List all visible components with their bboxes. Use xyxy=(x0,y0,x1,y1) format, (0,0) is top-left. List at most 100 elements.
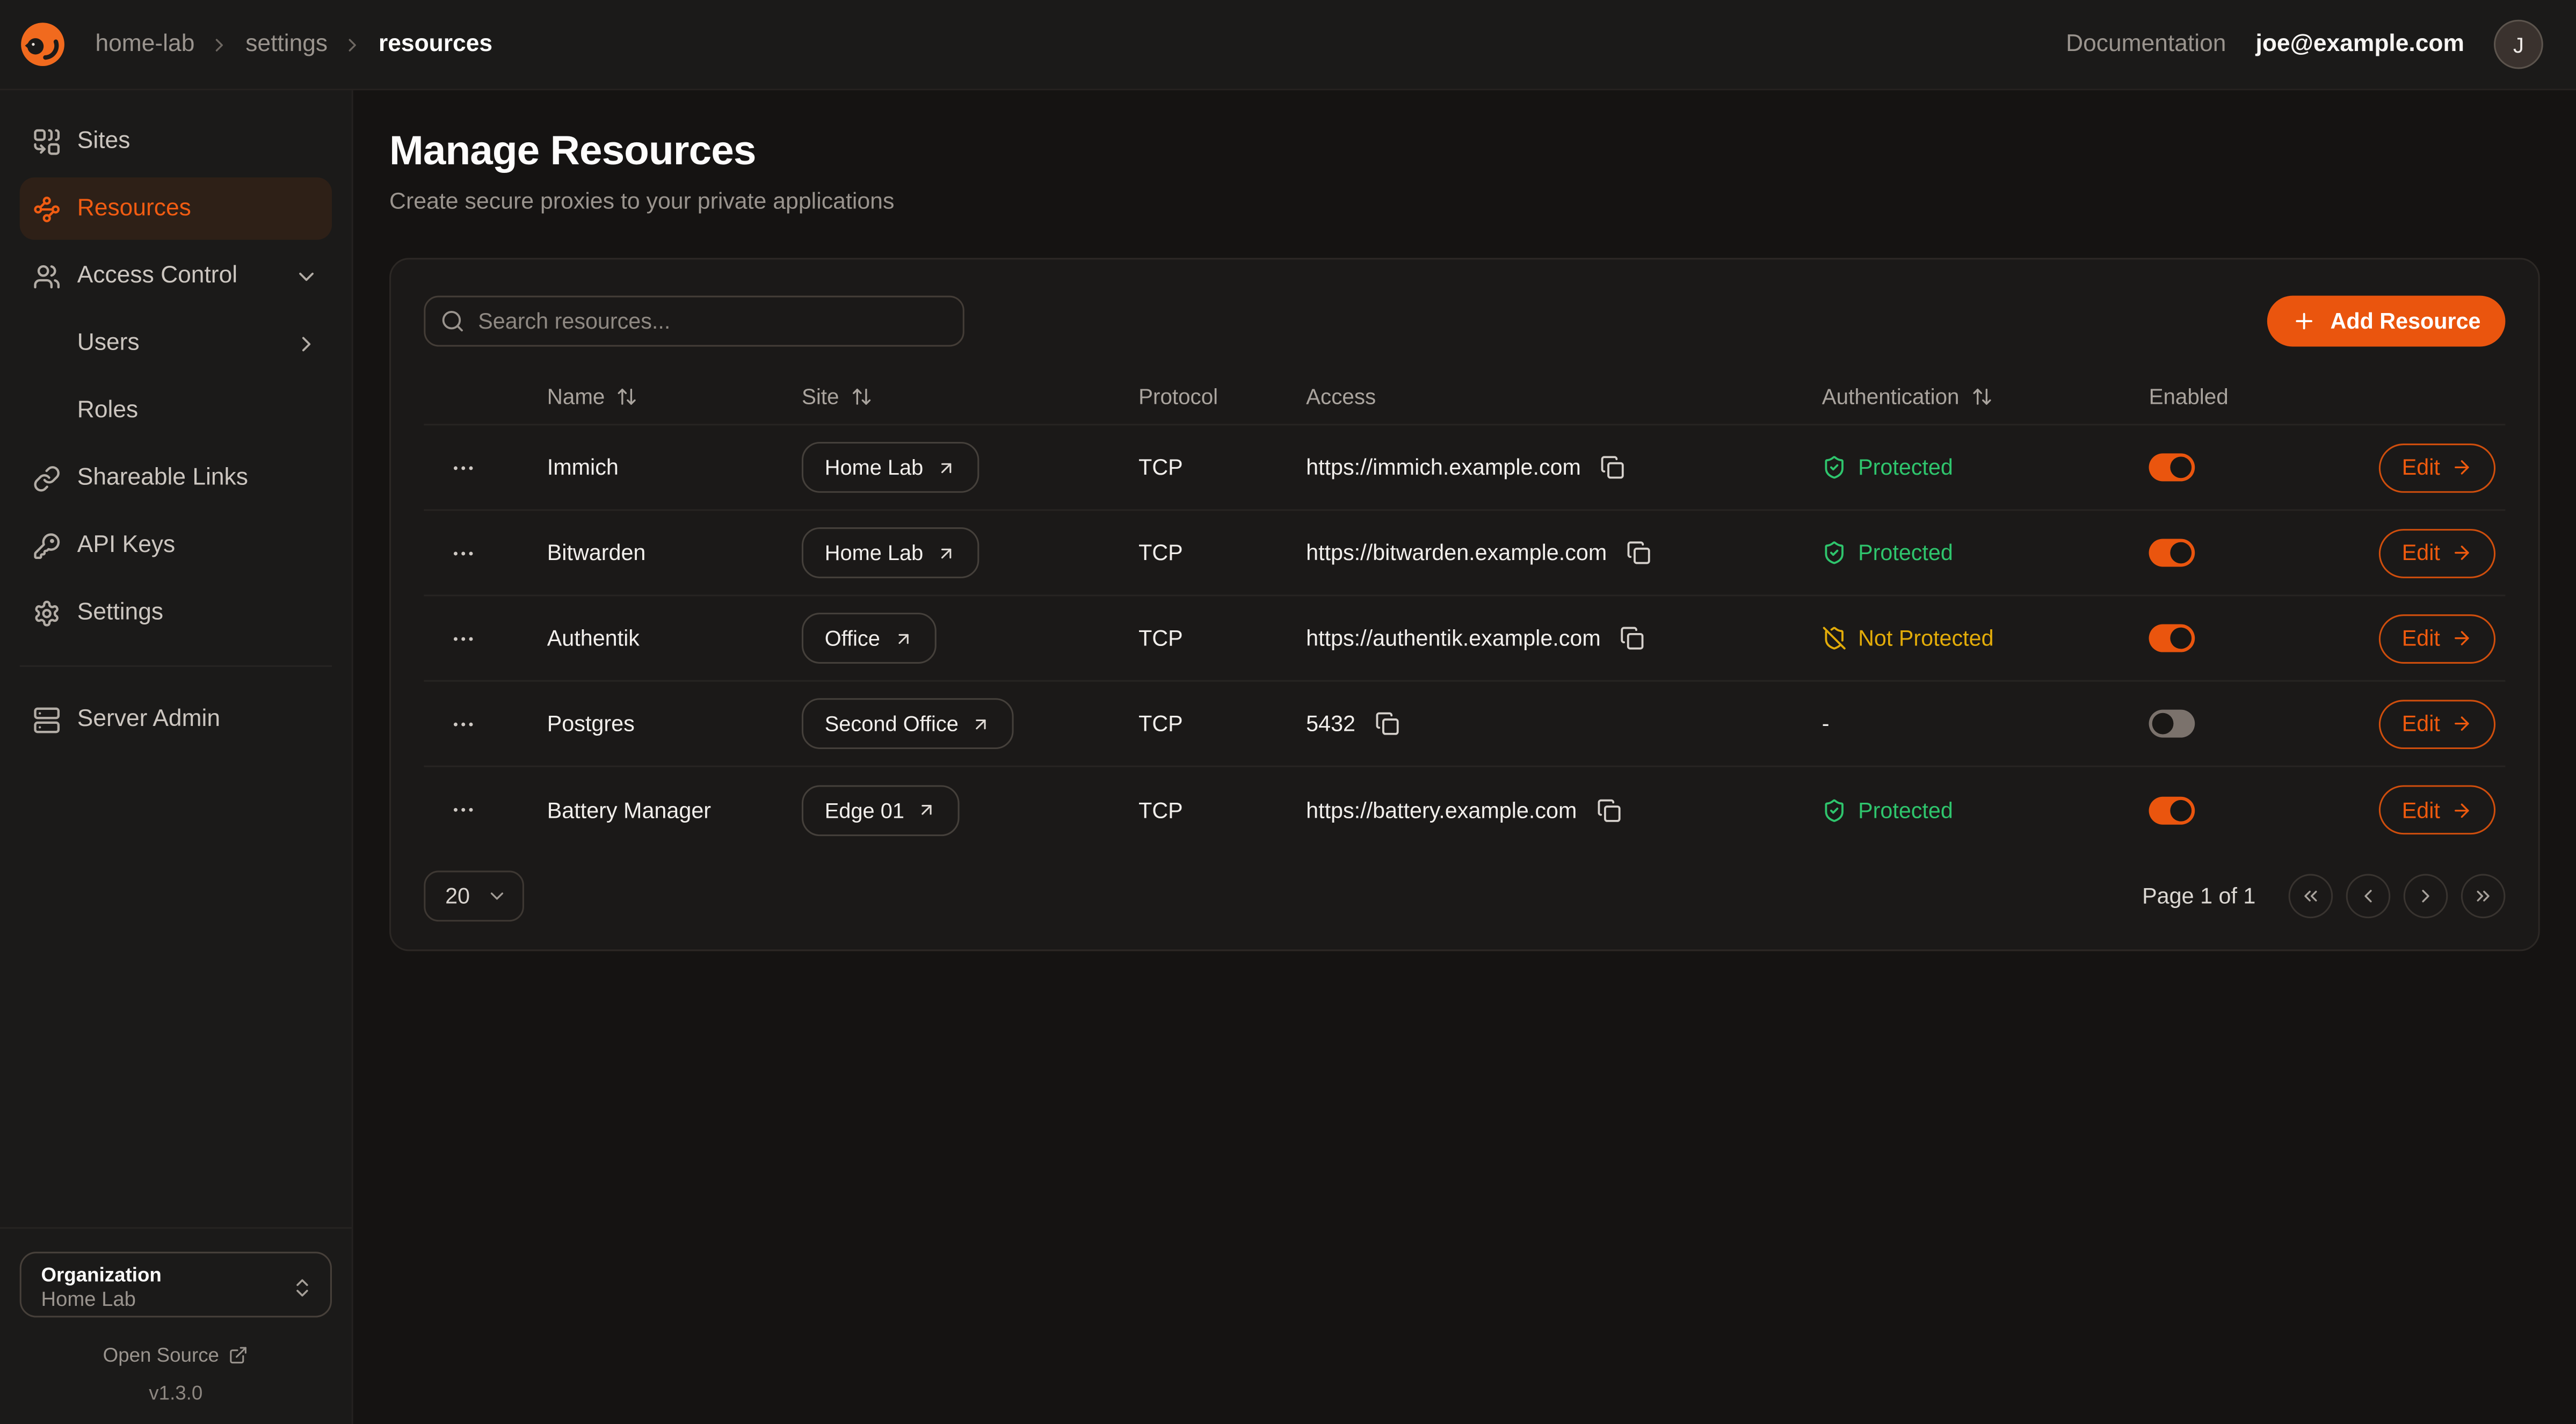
page-subtitle: Create secure proxies to your private ap… xyxy=(389,187,2540,214)
resource-name: Immich xyxy=(547,455,802,479)
site-link[interactable]: Home Lab xyxy=(802,527,979,578)
add-resource-button[interactable]: Add Resource xyxy=(2268,296,2505,347)
edit-button[interactable]: Edit xyxy=(2379,785,2496,834)
external-link-icon xyxy=(229,1346,249,1365)
sidebar-item-label: Settings xyxy=(77,600,163,626)
sidebar-item-label: Sites xyxy=(77,128,130,155)
auth-status-none: - xyxy=(1822,711,1830,736)
last-page-button[interactable] xyxy=(2461,874,2506,919)
sidebar: Sites Resources Access Control Users xyxy=(0,90,353,1424)
edit-button[interactable]: Edit xyxy=(2379,442,2496,492)
open-source-link[interactable]: Open Source xyxy=(20,1344,332,1367)
spacer xyxy=(33,397,61,425)
site-link[interactable]: Second Office xyxy=(802,698,1014,749)
sidebar-item-access-control[interactable]: Access Control xyxy=(20,245,332,307)
enabled-toggle[interactable] xyxy=(2149,539,2195,566)
header-protocol: Protocol xyxy=(1138,383,1306,408)
auth-label: Protected xyxy=(1858,797,1953,822)
first-page-button[interactable] xyxy=(2289,874,2333,919)
page-title: Manage Resources xyxy=(389,128,2540,176)
page-size-value: 20 xyxy=(445,884,470,909)
access-url: 5432 xyxy=(1306,711,1355,736)
resource-name: Authentik xyxy=(547,626,802,651)
sidebar-item-label: Roles xyxy=(77,397,138,424)
edit-button[interactable]: Edit xyxy=(2379,614,2496,663)
resource-name: Postgres xyxy=(547,711,802,736)
sidebar-item-server-admin[interactable]: Server Admin xyxy=(20,688,332,751)
protocol: TCP xyxy=(1138,626,1306,651)
sort-icon[interactable] xyxy=(851,385,872,406)
resource-name: Battery Manager xyxy=(547,797,802,822)
breadcrumb-settings[interactable]: settings xyxy=(245,31,328,57)
access-url: https://authentik.example.com xyxy=(1306,626,1601,651)
auth-status: Protected xyxy=(1822,541,2149,565)
edit-button[interactable]: Edit xyxy=(2379,699,2496,749)
copy-icon[interactable] xyxy=(1617,622,1648,653)
toggle-knob xyxy=(2170,542,2192,564)
avatar[interactable]: J xyxy=(2494,20,2543,69)
page-size-select[interactable]: 20 xyxy=(424,870,524,921)
sidebar-item-users[interactable]: Users xyxy=(20,312,332,374)
edit-button[interactable]: Edit xyxy=(2379,528,2496,578)
site-link[interactable]: Edge 01 xyxy=(802,784,960,835)
pangolin-logo-icon xyxy=(17,18,69,71)
sidebar-item-roles[interactable]: Roles xyxy=(20,380,332,442)
copy-icon[interactable] xyxy=(1593,794,1624,825)
shield-check-icon xyxy=(1822,797,1847,822)
auth-status: Not Protected xyxy=(1822,626,2149,651)
site-link[interactable]: Home Lab xyxy=(802,442,979,493)
documentation-link[interactable]: Documentation xyxy=(2066,31,2226,57)
protocol: TCP xyxy=(1138,797,1306,822)
header-name: Name xyxy=(547,383,802,408)
sidebar-item-resources[interactable]: Resources xyxy=(20,177,332,239)
plus-icon xyxy=(2292,309,2317,333)
breadcrumb-org[interactable]: home-lab xyxy=(95,31,194,57)
auth-status: Protected xyxy=(1822,797,2149,822)
protocol: TCP xyxy=(1138,711,1306,736)
page-indicator: Page 1 of 1 xyxy=(2142,884,2255,909)
row-actions-button[interactable] xyxy=(440,619,487,658)
row-actions-button[interactable] xyxy=(440,533,487,572)
sidebar-bottom: Organization Home Lab Open Source v1.3.0 xyxy=(0,1227,352,1424)
edit-label: Edit xyxy=(2402,797,2440,822)
sidebar-item-api-keys[interactable]: API Keys xyxy=(20,514,332,577)
row-actions-button[interactable] xyxy=(440,448,487,487)
copy-icon[interactable] xyxy=(1598,452,1629,483)
sort-icon[interactable] xyxy=(1971,385,1992,406)
enabled-toggle[interactable] xyxy=(2149,796,2195,824)
copy-icon[interactable] xyxy=(1372,708,1403,739)
copy-icon[interactable] xyxy=(1623,537,1655,568)
sort-icon[interactable] xyxy=(616,385,638,406)
sidebar-item-sites[interactable]: Sites xyxy=(20,110,332,172)
organization-selector[interactable]: Organization Home Lab xyxy=(20,1252,332,1317)
chevrons-up-down-icon xyxy=(291,1276,314,1299)
gear-icon xyxy=(33,599,61,627)
enabled-toggle[interactable] xyxy=(2149,453,2195,481)
sidebar-item-label: Resources xyxy=(77,195,191,222)
row-actions-button[interactable] xyxy=(440,704,487,743)
shield-check-icon xyxy=(1822,455,1847,479)
resources-card: Add Resource Name Site Protocol Acce xyxy=(389,258,2540,951)
site-name: Home Lab xyxy=(825,541,924,565)
pagination: 20 Page 1 of 1 xyxy=(424,870,2505,921)
enabled-toggle[interactable] xyxy=(2149,710,2195,738)
header-enabled: Enabled xyxy=(2149,383,2379,408)
chevron-right-icon xyxy=(294,331,319,355)
chevron-down-icon xyxy=(487,885,508,907)
enabled-toggle[interactable] xyxy=(2149,624,2195,652)
site-link[interactable]: Office xyxy=(802,613,936,664)
next-page-button[interactable] xyxy=(2404,874,2448,919)
sidebar-item-shareable-links[interactable]: Shareable Links xyxy=(20,447,332,509)
previous-page-button[interactable] xyxy=(2346,874,2391,919)
sidebar-item-label: Shareable Links xyxy=(77,465,248,491)
search-input[interactable] xyxy=(424,296,964,347)
row-actions-button[interactable] xyxy=(440,790,487,830)
open-source-label: Open Source xyxy=(103,1344,219,1367)
user-email[interactable]: joe@example.com xyxy=(2256,31,2464,57)
edit-label: Edit xyxy=(2402,711,2440,736)
resource-name: Bitwarden xyxy=(547,541,802,565)
main-content: Manage Resources Create secure proxies t… xyxy=(353,90,2576,1424)
breadcrumb: home-lab settings resources xyxy=(95,31,492,57)
chevron-down-icon xyxy=(294,264,319,288)
sidebar-item-settings[interactable]: Settings xyxy=(20,582,332,644)
